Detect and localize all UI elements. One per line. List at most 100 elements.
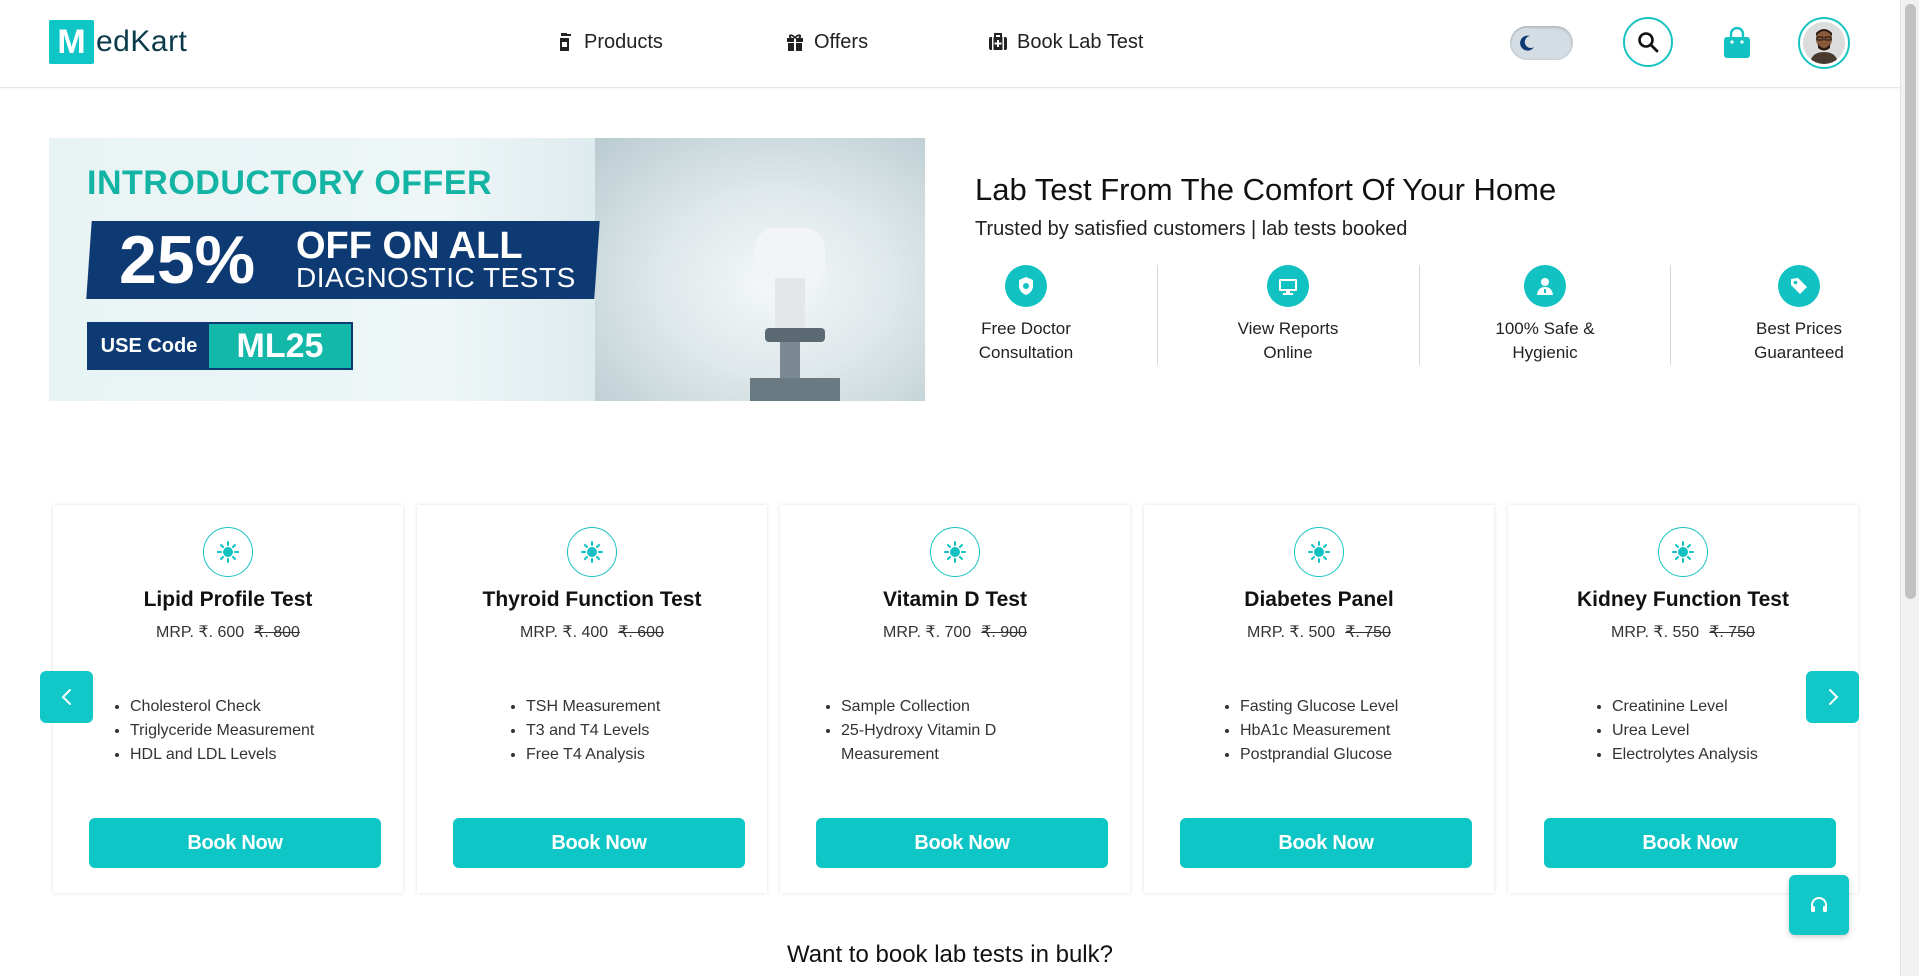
list-item: Triglyceride Measurement xyxy=(130,719,314,743)
divider xyxy=(1670,265,1671,365)
test-features: Fasting Glucose Level HbA1c Measurement … xyxy=(1220,695,1398,767)
medical-kit-icon xyxy=(989,33,1007,50)
test-price: MRP. ₹. 700 ₹. 900 xyxy=(883,624,1027,641)
feature-safe-hygienic: 100% Safe & Hygienic xyxy=(1455,265,1635,365)
nav-offers-label: Offers xyxy=(814,30,869,53)
search-button[interactable] xyxy=(1623,17,1673,67)
tag-icon xyxy=(1778,265,1820,307)
page-scrollbar[interactable] xyxy=(1900,0,1919,976)
list-item: Cholesterol Check xyxy=(130,695,314,719)
feature-label: Best Prices Guaranteed xyxy=(1754,319,1844,362)
feature-best-prices: Best Prices Guaranteed xyxy=(1709,265,1889,365)
list-item: TSH Measurement xyxy=(526,695,660,719)
test-card: Diabetes Panel MRP. ₹. 500₹. 750 Fasting… xyxy=(1144,505,1494,893)
list-item: Creatinine Level xyxy=(1612,695,1758,719)
carousel-prev-button[interactable] xyxy=(40,671,93,723)
avatar-photo xyxy=(1803,22,1845,64)
original-price: ₹. 750 xyxy=(1709,624,1755,641)
top-header: M edKart Products Offers Book Lab Test xyxy=(0,0,1900,88)
nav-offers[interactable]: Offers xyxy=(785,26,868,58)
medkart-logo[interactable]: M edKart xyxy=(49,20,187,64)
feature-label: View Reports Online xyxy=(1237,319,1339,362)
list-item: HbA1c Measurement xyxy=(1240,719,1398,743)
test-name: Lipid Profile Test xyxy=(143,588,313,611)
test-features: Sample Collection 25-Hydroxy Vitamin DMe… xyxy=(821,695,1041,767)
moon-icon xyxy=(1512,28,1542,58)
chevron-left-icon xyxy=(61,689,71,705)
virus-icon xyxy=(1658,527,1708,577)
banner-diag-line: DIAGNOSTIC TESTS xyxy=(296,262,576,293)
nav-products-label: Products xyxy=(584,30,663,53)
logo-mark: M xyxy=(49,20,94,64)
test-price: MRP. ₹. 600 ₹. 800 xyxy=(156,624,300,641)
bulk-booking-heading: Want to book lab tests in bulk? xyxy=(787,941,1113,968)
scroll-thumb[interactable] xyxy=(1905,4,1916,599)
nav-products[interactable]: Products xyxy=(555,26,663,58)
virus-icon xyxy=(567,527,617,577)
nav-book-lab-test[interactable]: Book Lab Test xyxy=(988,26,1143,58)
book-now-button[interactable]: Book Now xyxy=(816,818,1108,868)
divider xyxy=(1157,265,1158,365)
list-item: HDL and LDL Levels xyxy=(130,743,314,767)
book-now-button[interactable]: Book Now xyxy=(1544,818,1836,868)
chevron-right-icon xyxy=(1828,689,1838,705)
list-item: Postprandial Glucose xyxy=(1240,743,1398,767)
logo-text: edKart xyxy=(96,25,188,58)
test-card: Vitamin D Test MRP. ₹. 700₹. 900 Sample … xyxy=(780,505,1130,893)
search-icon xyxy=(1638,32,1659,53)
support-chat-button[interactable] xyxy=(1789,875,1849,935)
hero-subtitle: Trusted by satisfied customers | lab tes… xyxy=(975,218,1408,240)
user-avatar[interactable] xyxy=(1798,17,1850,69)
microscope-image xyxy=(750,228,840,401)
divider xyxy=(1419,265,1420,365)
theme-toggle[interactable] xyxy=(1510,26,1573,60)
feature-label: Free Doctor Consultation xyxy=(978,319,1074,362)
test-card: Thyroid Function Test MRP. ₹. 400 ₹. 600 … xyxy=(417,505,767,893)
list-item: Electrolytes Analysis xyxy=(1612,743,1758,767)
original-price: ₹. 750 xyxy=(1345,624,1391,641)
virus-icon xyxy=(930,527,980,577)
original-price: ₹. 900 xyxy=(981,624,1027,641)
test-features: Cholesterol Check Triglyceride Measureme… xyxy=(110,695,314,767)
monitor-icon xyxy=(1267,265,1309,307)
test-card: Lipid Profile Test MRP. ₹. 600₹. 800 Cho… xyxy=(53,505,403,893)
bottle-icon xyxy=(560,33,571,51)
shopping-bag-icon xyxy=(1724,26,1750,58)
book-now-button[interactable]: Book Now xyxy=(1180,818,1472,868)
carousel-next-button[interactable] xyxy=(1806,671,1859,723)
original-price: ₹. 600 xyxy=(618,624,664,641)
cart-button[interactable] xyxy=(1722,26,1752,59)
test-price: MRP. ₹. 500 ₹. 750 xyxy=(1247,624,1391,641)
hero-title: Lab Test From The Comfort Of Your Home xyxy=(975,172,1557,207)
banner-percent: 25% xyxy=(119,222,256,298)
promo-code-box: USE Code ML25 xyxy=(87,322,353,370)
nav-book-lab-test-label: Book Lab Test xyxy=(1017,30,1144,53)
promo-code-label: USE Code xyxy=(89,324,209,368)
virus-icon xyxy=(203,527,253,577)
list-item: Urea Level xyxy=(1612,719,1758,743)
promo-code: ML25 xyxy=(236,326,324,365)
test-features: Creatinine Level Urea Level Electrolytes… xyxy=(1592,695,1758,767)
test-name: Kidney Function Test xyxy=(1577,588,1789,611)
headphones-icon xyxy=(1811,897,1827,912)
banner-intro: INTRODUCTORY OFFER xyxy=(87,164,493,202)
virus-icon xyxy=(1294,527,1344,577)
list-item: 25-Hydroxy Vitamin DMeasurement xyxy=(841,719,1041,767)
feature-view-reports: View Reports Online xyxy=(1198,265,1378,365)
test-price: MRP. ₹. 400 ₹. 600 xyxy=(520,624,664,641)
shield-icon xyxy=(1005,265,1047,307)
banner-off-line: OFF ON ALL xyxy=(296,225,523,267)
list-item: Fasting Glucose Level xyxy=(1240,695,1398,719)
list-item: Free T4 Analysis xyxy=(526,743,660,767)
book-now-button[interactable]: Book Now xyxy=(453,818,745,868)
feature-free-consultation: Free Doctor Consultation xyxy=(936,265,1116,365)
test-features: TSH Measurement T3 and T4 Levels Free T4… xyxy=(506,695,660,767)
test-name: Vitamin D Test xyxy=(883,588,1027,611)
promo-banner[interactable]: INTRODUCTORY OFFER 25% OFF ON ALL DIAGNO… xyxy=(49,138,925,401)
doctor-icon xyxy=(1524,265,1566,307)
original-price: ₹. 800 xyxy=(254,624,300,641)
test-price: MRP. ₹. 550 ₹. 750 xyxy=(1611,624,1755,641)
feature-label: 100% Safe & Hygienic xyxy=(1495,319,1595,362)
book-now-button[interactable]: Book Now xyxy=(89,818,381,868)
gift-icon xyxy=(787,34,803,51)
